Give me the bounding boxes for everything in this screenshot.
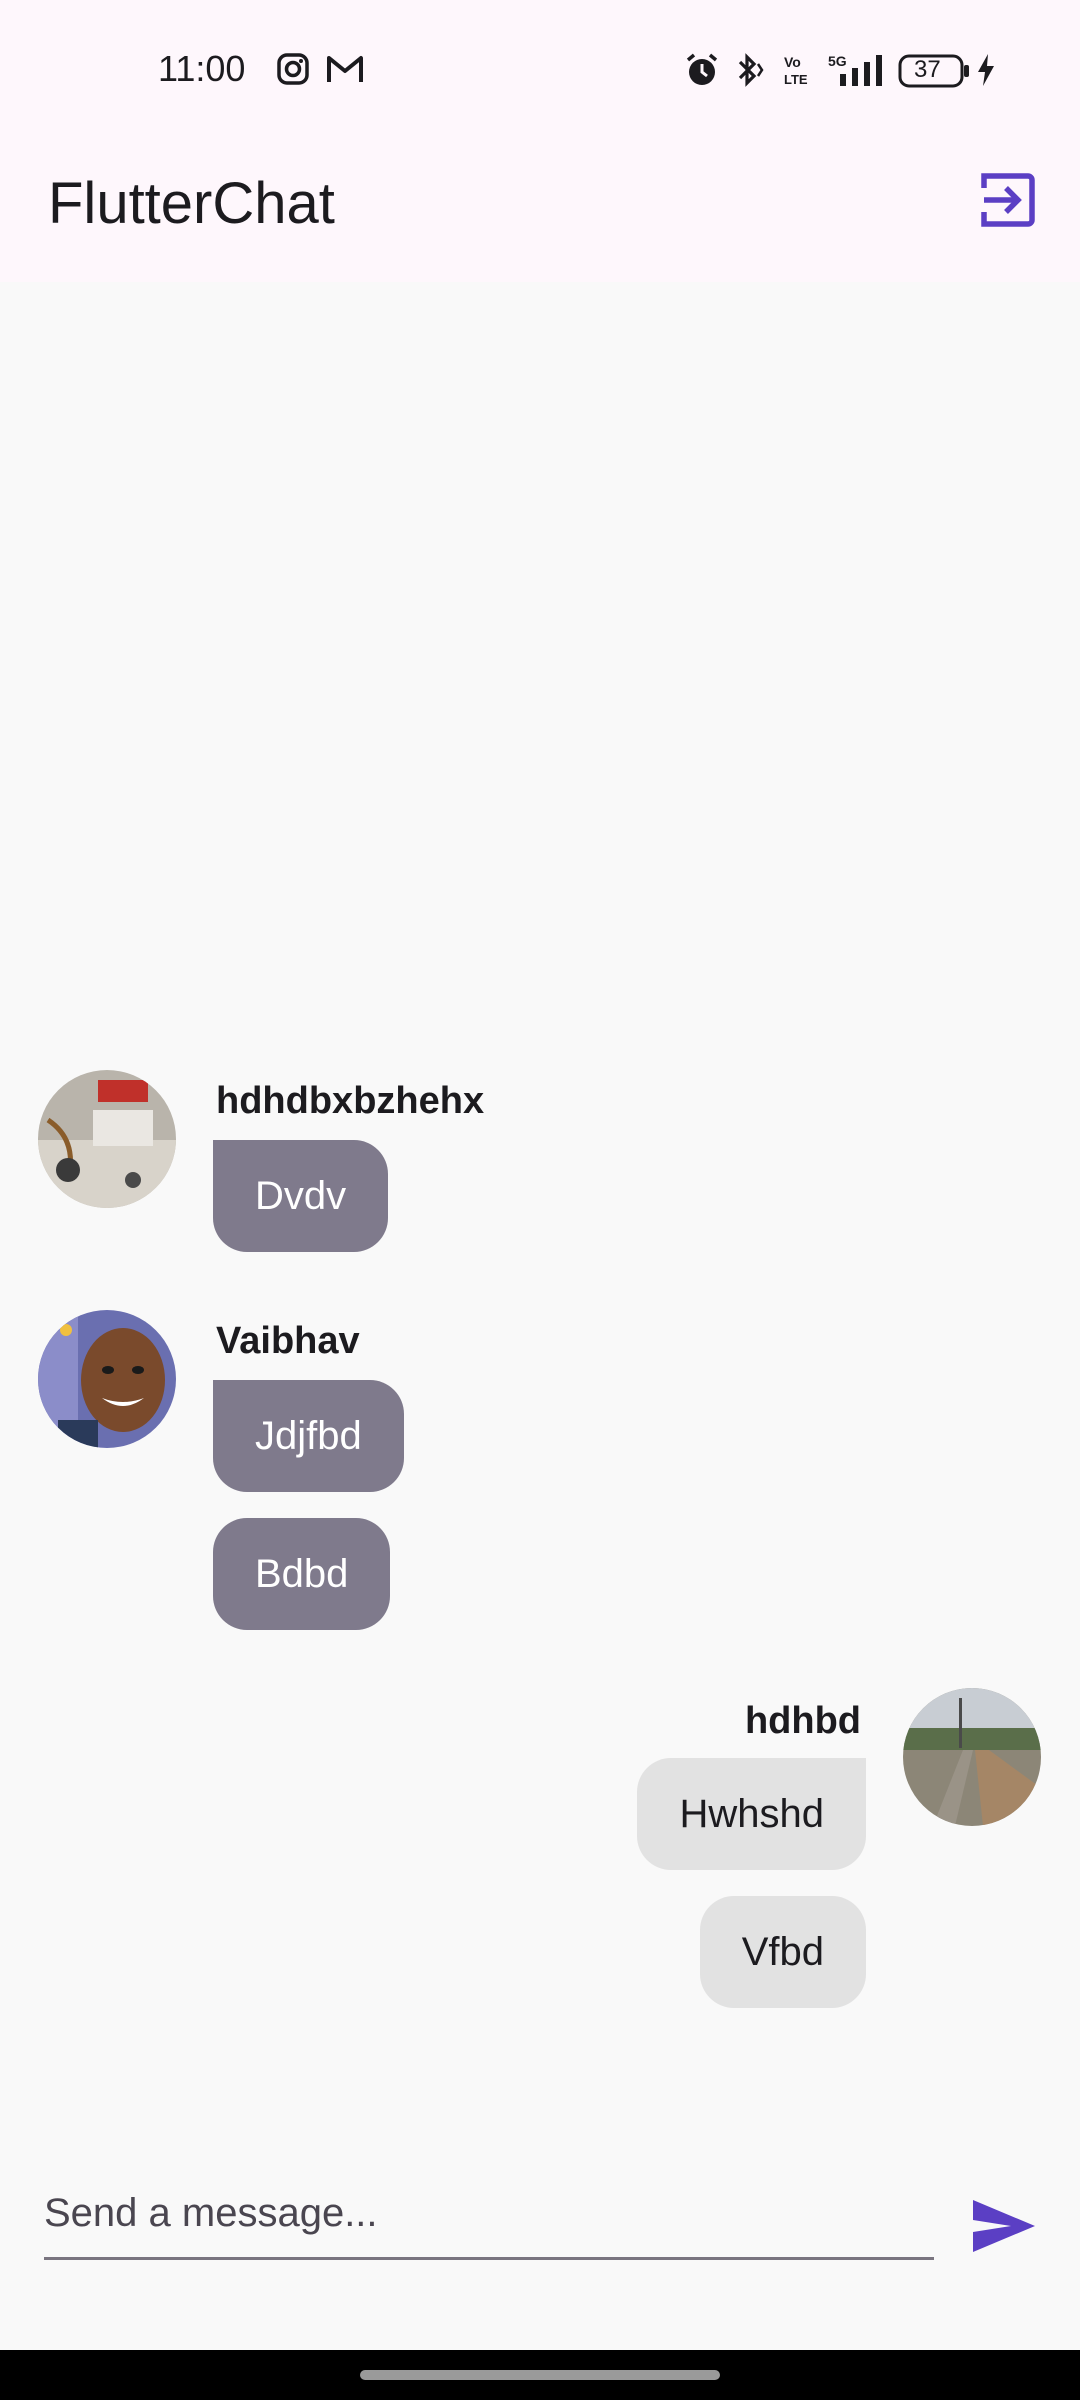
message-bubble[interactable]: Jdjfbd <box>213 1380 404 1492</box>
svg-text:5G: 5G <box>828 53 847 69</box>
battery-level: 37 <box>914 56 941 83</box>
logout-icon <box>978 170 1038 235</box>
message-composer <box>0 2150 1080 2350</box>
logout-button[interactable] <box>972 166 1044 238</box>
home-gesture-handle[interactable] <box>360 2370 720 2380</box>
message-bubble[interactable]: Bdbd <box>213 1518 391 1630</box>
signal-5g-icon: 5G <box>822 52 886 93</box>
app-title: FlutterChat <box>48 171 335 236</box>
system-nav-bar <box>0 2350 1080 2400</box>
message-username: Vaibhav <box>216 1320 360 1362</box>
svg-text:Vo: Vo <box>784 54 801 70</box>
charging-icon <box>976 52 996 93</box>
status-time: 11:00 <box>158 48 246 89</box>
app-bar: FlutterChat <box>0 140 1080 282</box>
message-username: hdhdbxbzhehx <box>216 1080 485 1122</box>
send-icon <box>971 2198 1037 2259</box>
avatar-hdhbd <box>903 1688 1041 1826</box>
svg-text:LTE: LTE <box>784 72 808 87</box>
chat-message-list[interactable]: hdhdbxbzhehx Dvdv Vaibhav Jdjfbd Bdbd hd… <box>0 282 1080 2132</box>
bluetooth-icon <box>732 52 768 93</box>
send-button[interactable] <box>968 2192 1040 2264</box>
alarm-icon <box>684 52 720 93</box>
message-bubble[interactable]: Dvdv <box>213 1140 389 1252</box>
battery-icon: 37 <box>898 54 970 93</box>
message-bubble[interactable]: Vfbd <box>699 1896 866 2008</box>
message-bubble[interactable]: Hwhshd <box>637 1758 866 1870</box>
volte-icon: Vo LTE <box>782 52 812 93</box>
avatar-vaibhav <box>38 1310 176 1448</box>
message-username: hdhbd <box>744 1700 861 1742</box>
instagram-icon <box>276 52 310 91</box>
status-bar: 11:00 Vo LTE 5G 37 <box>0 0 1080 140</box>
avatar-hdhdbxbzhehx <box>38 1070 176 1208</box>
gmail-icon <box>326 52 364 91</box>
message-input[interactable] <box>44 2170 934 2260</box>
